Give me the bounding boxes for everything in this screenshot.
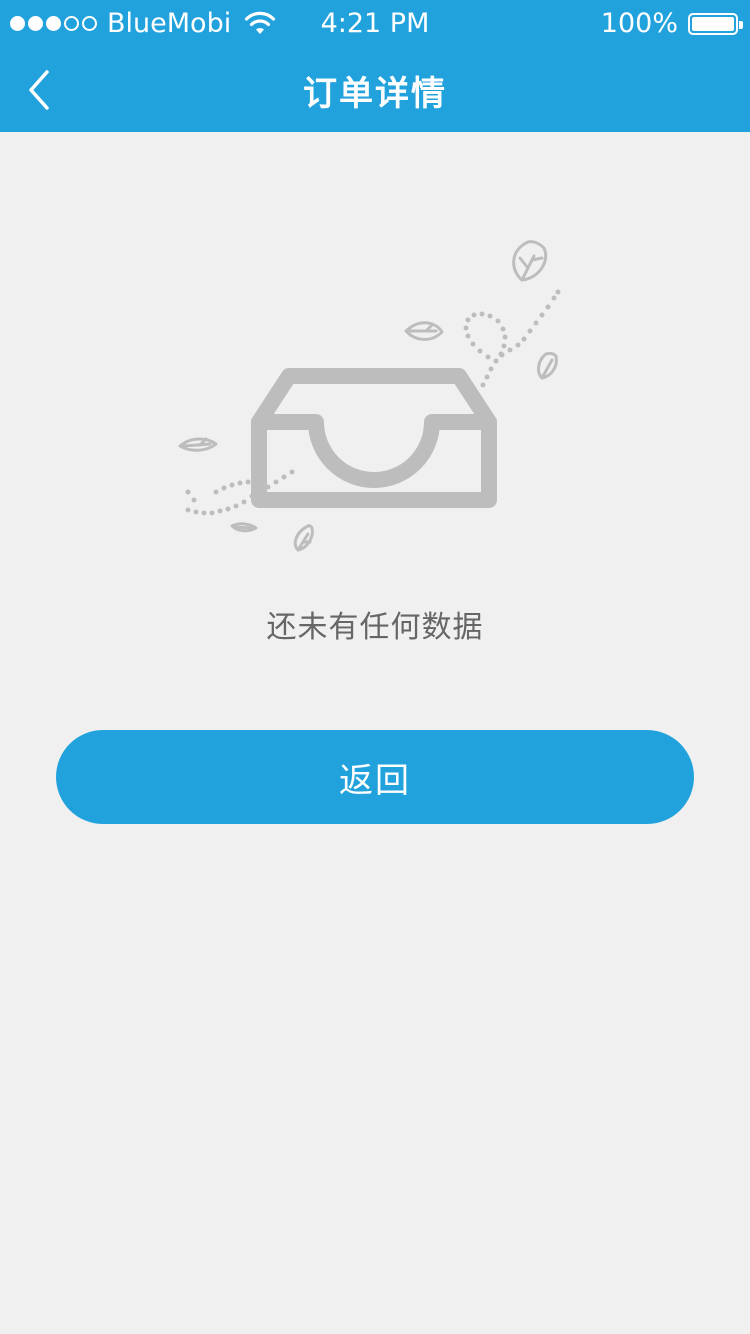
battery-percent: 100% <box>600 8 678 39</box>
status-right: 100% <box>600 8 743 39</box>
battery-fill <box>692 16 734 31</box>
page-title: 订单详情 <box>303 74 447 114</box>
signal-dot <box>64 16 79 31</box>
signal-strength-icon <box>10 16 97 31</box>
signal-dot <box>82 16 97 31</box>
return-button-label: 返回 <box>339 760 411 801</box>
navigation-bar: 订单详情 <box>0 48 750 132</box>
battery-nub <box>739 20 743 29</box>
status-bar: BlueMobi 4:21 PM 100% <box>0 0 750 48</box>
empty-inbox-icon <box>178 240 561 552</box>
top-bar: BlueMobi 4:21 PM 100% 订单详情 <box>0 0 750 132</box>
status-left: BlueMobi <box>10 8 277 39</box>
signal-dot <box>10 16 25 31</box>
carrier-name: BlueMobi <box>107 8 232 39</box>
signal-dot <box>46 16 61 31</box>
wifi-icon <box>245 11 276 34</box>
signal-dot <box>28 16 43 31</box>
battery-icon <box>688 12 743 35</box>
return-button[interactable]: 返回 <box>56 730 694 824</box>
empty-state-message: 还未有任何数据 <box>266 610 484 645</box>
